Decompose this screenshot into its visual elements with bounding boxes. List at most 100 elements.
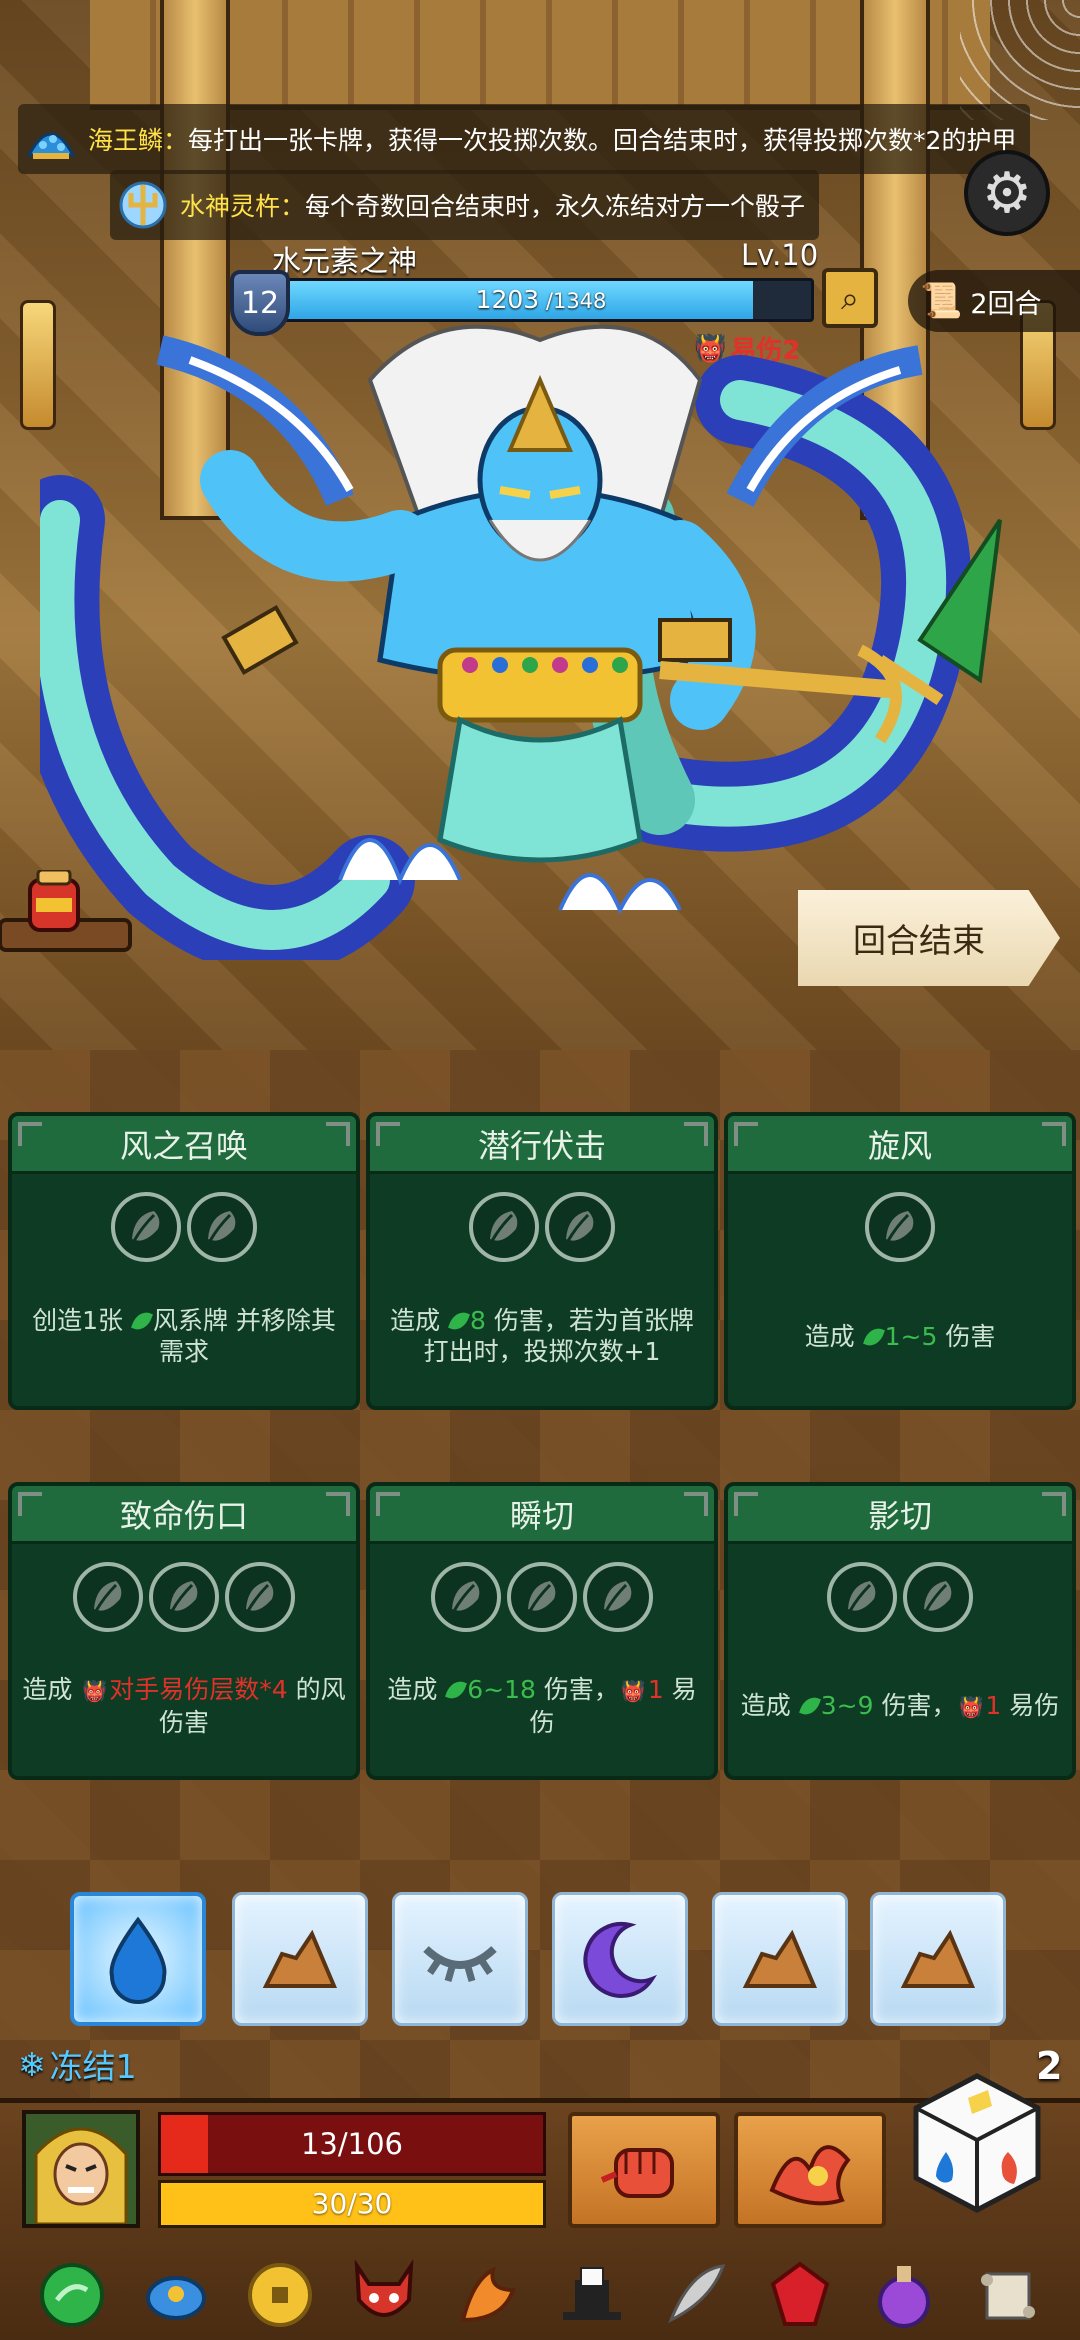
settings-button[interactable]: ⚙ bbox=[964, 150, 1050, 236]
skill-button-fist[interactable] bbox=[568, 2112, 720, 2228]
wind-cost-icon bbox=[73, 1562, 143, 1632]
die-moon[interactable] bbox=[552, 1892, 688, 2026]
card-title: 潜行伏击 bbox=[370, 1116, 714, 1174]
relic-ruby[interactable] bbox=[761, 2256, 839, 2334]
magnifier-icon: ⌕ bbox=[841, 278, 859, 317]
ruby-icon bbox=[770, 2261, 830, 2326]
card-desc-text: 造成 bbox=[390, 1306, 449, 1335]
water-god-boss[interactable] bbox=[40, 320, 1040, 960]
enemy-hp-bar: 1203 /1348 bbox=[268, 278, 814, 322]
scale-icon bbox=[22, 110, 80, 168]
relic-fire-sword[interactable] bbox=[449, 2256, 527, 2334]
card-desc-text: 伤害 bbox=[937, 1321, 996, 1351]
card-description: 造成 1~5 伤害 bbox=[738, 1286, 1062, 1386]
scroll-icon: 📜 bbox=[920, 281, 963, 321]
roll-dice-button[interactable] bbox=[910, 2070, 1045, 2215]
skill-card[interactable]: 致命伤口造成 👹对手易伤层数*4 的风伤害 bbox=[8, 1482, 360, 1780]
freeze-label: 冻结1 bbox=[49, 2047, 137, 2086]
relic-separator: ： bbox=[280, 192, 306, 221]
relic-wind-orb[interactable] bbox=[33, 2256, 111, 2334]
card-cost-slots bbox=[12, 1562, 356, 1632]
skill-card[interactable]: 潜行伏击 造成 8 伤害，若为首张牌打出时，投掷次数+1 bbox=[366, 1112, 718, 1410]
magic-hat-icon bbox=[563, 2267, 621, 2320]
enemy-hp-current: 1203 bbox=[475, 285, 540, 314]
relic-name: 水神灵杵 bbox=[180, 192, 281, 221]
relic-blue-bird[interactable] bbox=[137, 2256, 215, 2334]
relic-potion[interactable] bbox=[865, 2256, 943, 2334]
inspect-enemy-button[interactable]: ⌕ bbox=[822, 268, 878, 328]
wind-element-icon bbox=[798, 1693, 821, 1718]
wind-cost-icon bbox=[149, 1562, 219, 1632]
relic-info-sea-king-scale[interactable]: 海王鳞： 每打出一张卡牌，获得一次投掷次数。回合结束时，获得投掷次数*2的护甲 bbox=[18, 104, 1031, 174]
water-drop-icon bbox=[109, 1916, 167, 2004]
relic-demon-mask[interactable] bbox=[345, 2256, 423, 2334]
demon-mask-icon bbox=[354, 2260, 414, 2317]
card-title: 致命伤口 bbox=[12, 1486, 356, 1544]
skill-card[interactable]: 瞬切 造成 6~18 伤害， 👹1 易伤 bbox=[366, 1482, 718, 1780]
card-desc-text: 风系牌 并移除其需求 bbox=[152, 1306, 336, 1366]
wind-cost-icon bbox=[865, 1192, 935, 1262]
card-desc-text: 6~18 bbox=[467, 1675, 536, 1704]
skill-card[interactable]: 影切 造成 3~9 伤害， 👹1 易伤 bbox=[724, 1482, 1076, 1780]
die-earth[interactable] bbox=[870, 1892, 1006, 2026]
relic-gold-coin[interactable] bbox=[241, 2256, 319, 2334]
card-title: 风之召唤 bbox=[12, 1116, 356, 1174]
round-label: 2回合 bbox=[970, 288, 1042, 320]
card-desc-text: 伤害， bbox=[535, 1675, 619, 1704]
cobweb-decoration bbox=[960, 0, 1080, 120]
card-desc-text: 1 bbox=[985, 1690, 1002, 1720]
armor-value: 12 bbox=[240, 285, 280, 321]
gear-icon: ⚙ bbox=[981, 160, 1033, 226]
relic-feather[interactable] bbox=[657, 2256, 735, 2334]
card-description: 造成 👹对手易伤层数*4 的风伤害 bbox=[22, 1656, 346, 1756]
feather-icon bbox=[668, 2264, 726, 2324]
end-turn-button[interactable]: 回合结束 bbox=[798, 890, 1060, 986]
card-desc-text: 造成 bbox=[22, 1675, 81, 1704]
potion-icon bbox=[878, 2266, 930, 2328]
relic-description: 每打出一张卡牌，获得一次投掷次数。回合结束时，获得投掷次数*2的护甲 bbox=[188, 126, 1017, 155]
wind-element-icon bbox=[131, 1308, 153, 1334]
card-cost-slots bbox=[12, 1192, 356, 1262]
wind-cost-icon bbox=[507, 1562, 577, 1632]
relic-separator: ： bbox=[163, 126, 189, 155]
rock-icon bbox=[262, 1929, 338, 1988]
player-hp-text: 13/106 bbox=[300, 2127, 404, 2161]
vulnerable-icon: 👹 bbox=[620, 1679, 646, 1703]
relic-info-water-god-pestle[interactable]: 水神灵杵： 每个奇数回合结束时，永久冻结对方一个骰子 bbox=[110, 170, 820, 240]
card-desc-text: 造成 bbox=[804, 1321, 863, 1351]
relic-scroll[interactable] bbox=[969, 2256, 1047, 2334]
card-desc-text: 创造1张 bbox=[32, 1306, 131, 1335]
vulnerable-icon: 👹 bbox=[82, 1679, 108, 1703]
wind-cost-icon bbox=[903, 1562, 973, 1632]
player-avatar[interactable] bbox=[22, 2110, 140, 2228]
card-description: 创造1张 风系牌 并移除其需求 bbox=[22, 1286, 346, 1386]
card-cost-slots bbox=[370, 1562, 714, 1632]
wind-element-icon bbox=[862, 1324, 885, 1349]
vulnerable-icon: 👹 bbox=[958, 1694, 984, 1719]
player-hp-bar: 13/106 bbox=[158, 2112, 546, 2176]
die-sleep[interactable] bbox=[392, 1892, 528, 2026]
die-earth[interactable] bbox=[232, 1892, 368, 2026]
wind-element-icon bbox=[448, 1308, 470, 1334]
potion-shelf[interactable] bbox=[0, 870, 140, 980]
enemy-hp-max: /1348 bbox=[539, 289, 607, 313]
wind-cost-icon bbox=[545, 1192, 615, 1262]
relic-magic-hat[interactable] bbox=[553, 2256, 631, 2334]
trident-icon bbox=[114, 176, 172, 234]
rock-icon bbox=[742, 1929, 818, 1988]
end-turn-label: 回合结束 bbox=[853, 921, 985, 960]
relic-bar bbox=[0, 2250, 1080, 2340]
die-water[interactable] bbox=[70, 1892, 206, 2026]
moon-icon bbox=[583, 1921, 657, 1998]
freeze-status[interactable]: ❄ 冻结1 bbox=[18, 2040, 137, 2088]
skill-card[interactable]: 风之召唤创造1张 风系牌 并移除其需求 bbox=[8, 1112, 360, 1410]
flame-burst-icon bbox=[769, 2145, 851, 2206]
die-earth[interactable] bbox=[712, 1892, 848, 2026]
skill-button-flame[interactable] bbox=[734, 2112, 886, 2228]
card-desc-text: 8 bbox=[470, 1306, 486, 1335]
skill-card[interactable]: 旋风 造成 1~5 伤害 bbox=[724, 1112, 1076, 1410]
card-description: 造成 6~18 伤害， 👹1 易伤 bbox=[380, 1656, 704, 1756]
card-desc-text: 3~9 bbox=[820, 1690, 874, 1720]
wind-cost-icon bbox=[583, 1562, 653, 1632]
wind-cost-icon bbox=[827, 1562, 897, 1632]
